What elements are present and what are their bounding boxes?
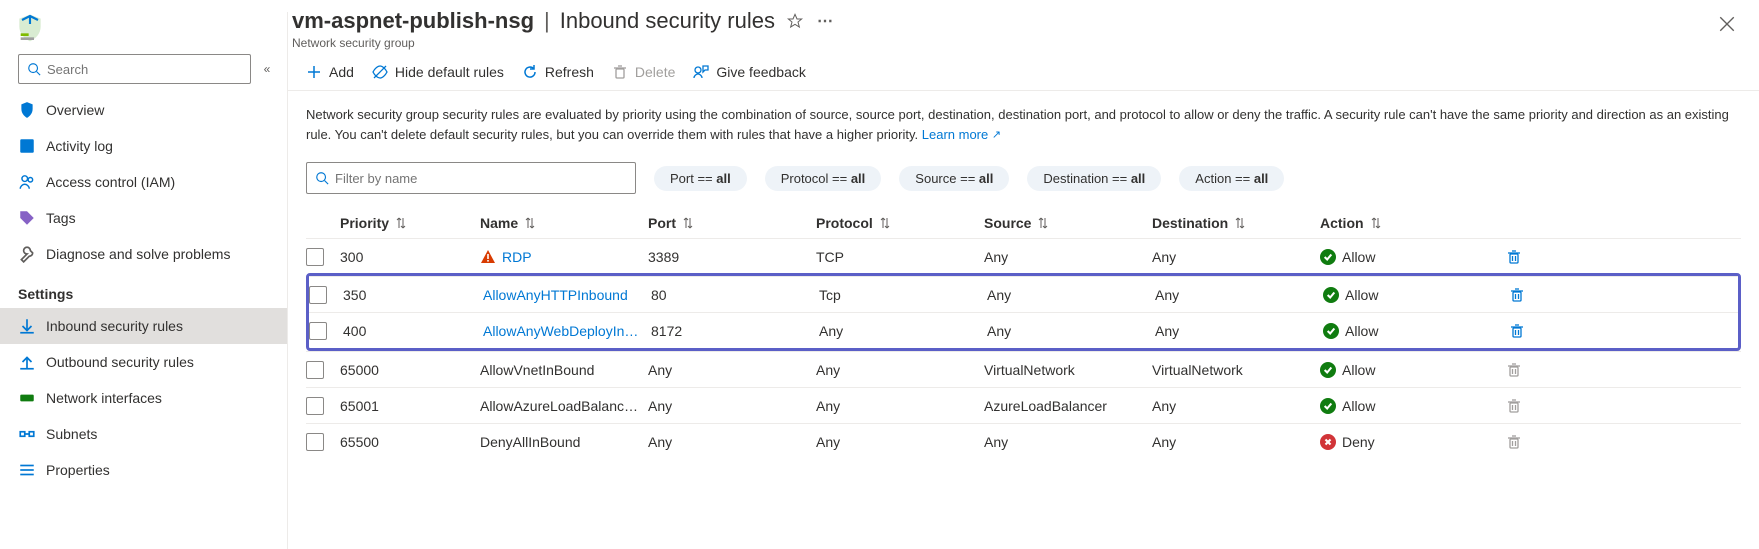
delete-row-icon [1506,398,1522,414]
row-checkbox[interactable] [309,322,327,340]
wrench-icon [18,245,36,263]
column-port[interactable]: Port [648,215,816,231]
rule-row[interactable]: 350AllowAnyHTTPInbound80TcpAnyAnyAllow [309,276,1738,312]
rule-row[interactable]: 400AllowAnyWebDeployIn…8172AnyAnyAnyAllo… [309,312,1738,348]
sidebar-search[interactable] [18,54,251,84]
sidebar-item-diagnose-and-solve-problems[interactable]: Diagnose and solve problems [0,236,287,272]
sidebar-item-properties[interactable]: Properties [0,452,287,488]
column-priority[interactable]: Priority [340,215,480,231]
delete-row-icon [1506,362,1522,378]
page-title: Inbound security rules [560,8,775,34]
sidebar: « OverviewActivity logAccess control (IA… [0,0,288,549]
column-action[interactable]: Action [1320,215,1482,231]
filter-pill[interactable]: Destination == all [1027,166,1161,191]
rule-name-link[interactable]: RDP [502,249,532,265]
sidebar-item-tags[interactable]: Tags [0,200,287,236]
allow-icon [1323,323,1339,339]
rule-row[interactable]: 65500DenyAllInBoundAnyAnyAnyAnyDeny [306,423,1741,459]
filter-pill[interactable]: Protocol == all [765,166,882,191]
sidebar-item-overview[interactable]: Overview [0,92,287,128]
rule-name-link[interactable]: AllowAnyWebDeployIn… [483,323,638,339]
arrow-in-icon [18,317,36,335]
main-pane: vm-aspnet-publish-nsg | Inbound security… [288,0,1759,549]
more-menu-icon[interactable]: ⋯ [815,11,835,31]
rule-row[interactable]: 300RDP3389TCPAnyAnyAllow [306,238,1741,274]
column-protocol[interactable]: Protocol [816,215,984,231]
allow-icon [1320,249,1336,265]
nic-icon [18,389,36,407]
add-button[interactable]: Add [306,64,354,80]
log-icon [18,137,36,155]
filter-by-name-input[interactable] [306,162,636,194]
grid-header-row: Priority Name Port Protocol Source Desti… [306,202,1741,238]
filter-pill[interactable]: Source == all [899,166,1009,191]
description-text: Network security group security rules ar… [288,91,1759,150]
row-checkbox[interactable] [309,286,327,304]
close-blade-button[interactable] [1717,14,1737,34]
delete-row-icon[interactable] [1509,287,1525,303]
page-header: vm-aspnet-publish-nsg | Inbound security… [288,0,1759,54]
highlighted-rules-box: 350AllowAnyHTTPInbound80TcpAnyAnyAllow40… [306,273,1741,351]
give-feedback-button[interactable]: Give feedback [693,64,806,80]
refresh-button[interactable]: Refresh [522,64,594,80]
delete-button: Delete [612,64,675,80]
column-source[interactable]: Source [984,215,1152,231]
filter-row: Port == all Protocol == all Source == all D… [288,150,1759,202]
allow-icon [1320,362,1336,378]
filter-pill[interactable]: Port == all [654,166,747,191]
favorite-star-icon[interactable] [785,11,805,31]
sidebar-item-subnets[interactable]: Subnets [0,416,287,452]
row-checkbox[interactable] [306,361,324,379]
rule-name-link[interactable]: AllowAnyHTTPInbound [483,287,628,303]
sidebar-item-activity-log[interactable]: Activity log [0,128,287,164]
arrow-out-icon [18,353,36,371]
resource-type-icon [14,8,56,44]
sidebar-section-settings: Settings [0,272,287,308]
deny-icon [1320,434,1336,450]
subnet-icon [18,425,36,443]
rule-row[interactable]: 65001AllowAzureLoadBalanc…AnyAnyAzureLoa… [306,387,1741,423]
sidebar-item-network-interfaces[interactable]: Network interfaces [0,380,287,416]
properties-icon [18,461,36,479]
column-name[interactable]: Name [480,215,648,231]
external-link-icon: ↗ [992,129,1001,141]
sidebar-search-input[interactable] [47,62,242,77]
filter-pill[interactable]: Action == all [1179,166,1284,191]
row-checkbox[interactable] [306,397,324,415]
allow-icon [1323,287,1339,303]
row-checkbox[interactable] [306,248,324,266]
delete-row-icon [1506,434,1522,450]
tag-icon [18,209,36,227]
sidebar-item-outbound-security-rules[interactable]: Outbound security rules [0,344,287,380]
delete-row-icon[interactable] [1506,249,1522,265]
column-destination[interactable]: Destination [1152,215,1320,231]
learn-more-link[interactable]: Learn more ↗ [922,127,1001,142]
row-checkbox[interactable] [306,433,324,451]
people-icon [18,173,36,191]
hide-default-rules-button[interactable]: Hide default rules [372,64,504,80]
delete-row-icon[interactable] [1509,323,1525,339]
shield-icon [18,101,36,119]
resource-type-label: Network security group [292,36,1717,50]
sidebar-collapse-button[interactable]: « [257,62,277,76]
rule-row[interactable]: 65000AllowVnetInBoundAnyAnyVirtualNetwor… [306,351,1741,387]
sidebar-item-access-control-iam-[interactable]: Access control (IAM) [0,164,287,200]
allow-icon [1320,398,1336,414]
sidebar-item-inbound-security-rules[interactable]: Inbound security rules [0,308,287,344]
resource-name: vm-aspnet-publish-nsg [292,8,534,34]
warning-icon [480,249,496,265]
command-toolbar: Add Hide default rules Refresh Delete Gi… [288,54,1759,91]
